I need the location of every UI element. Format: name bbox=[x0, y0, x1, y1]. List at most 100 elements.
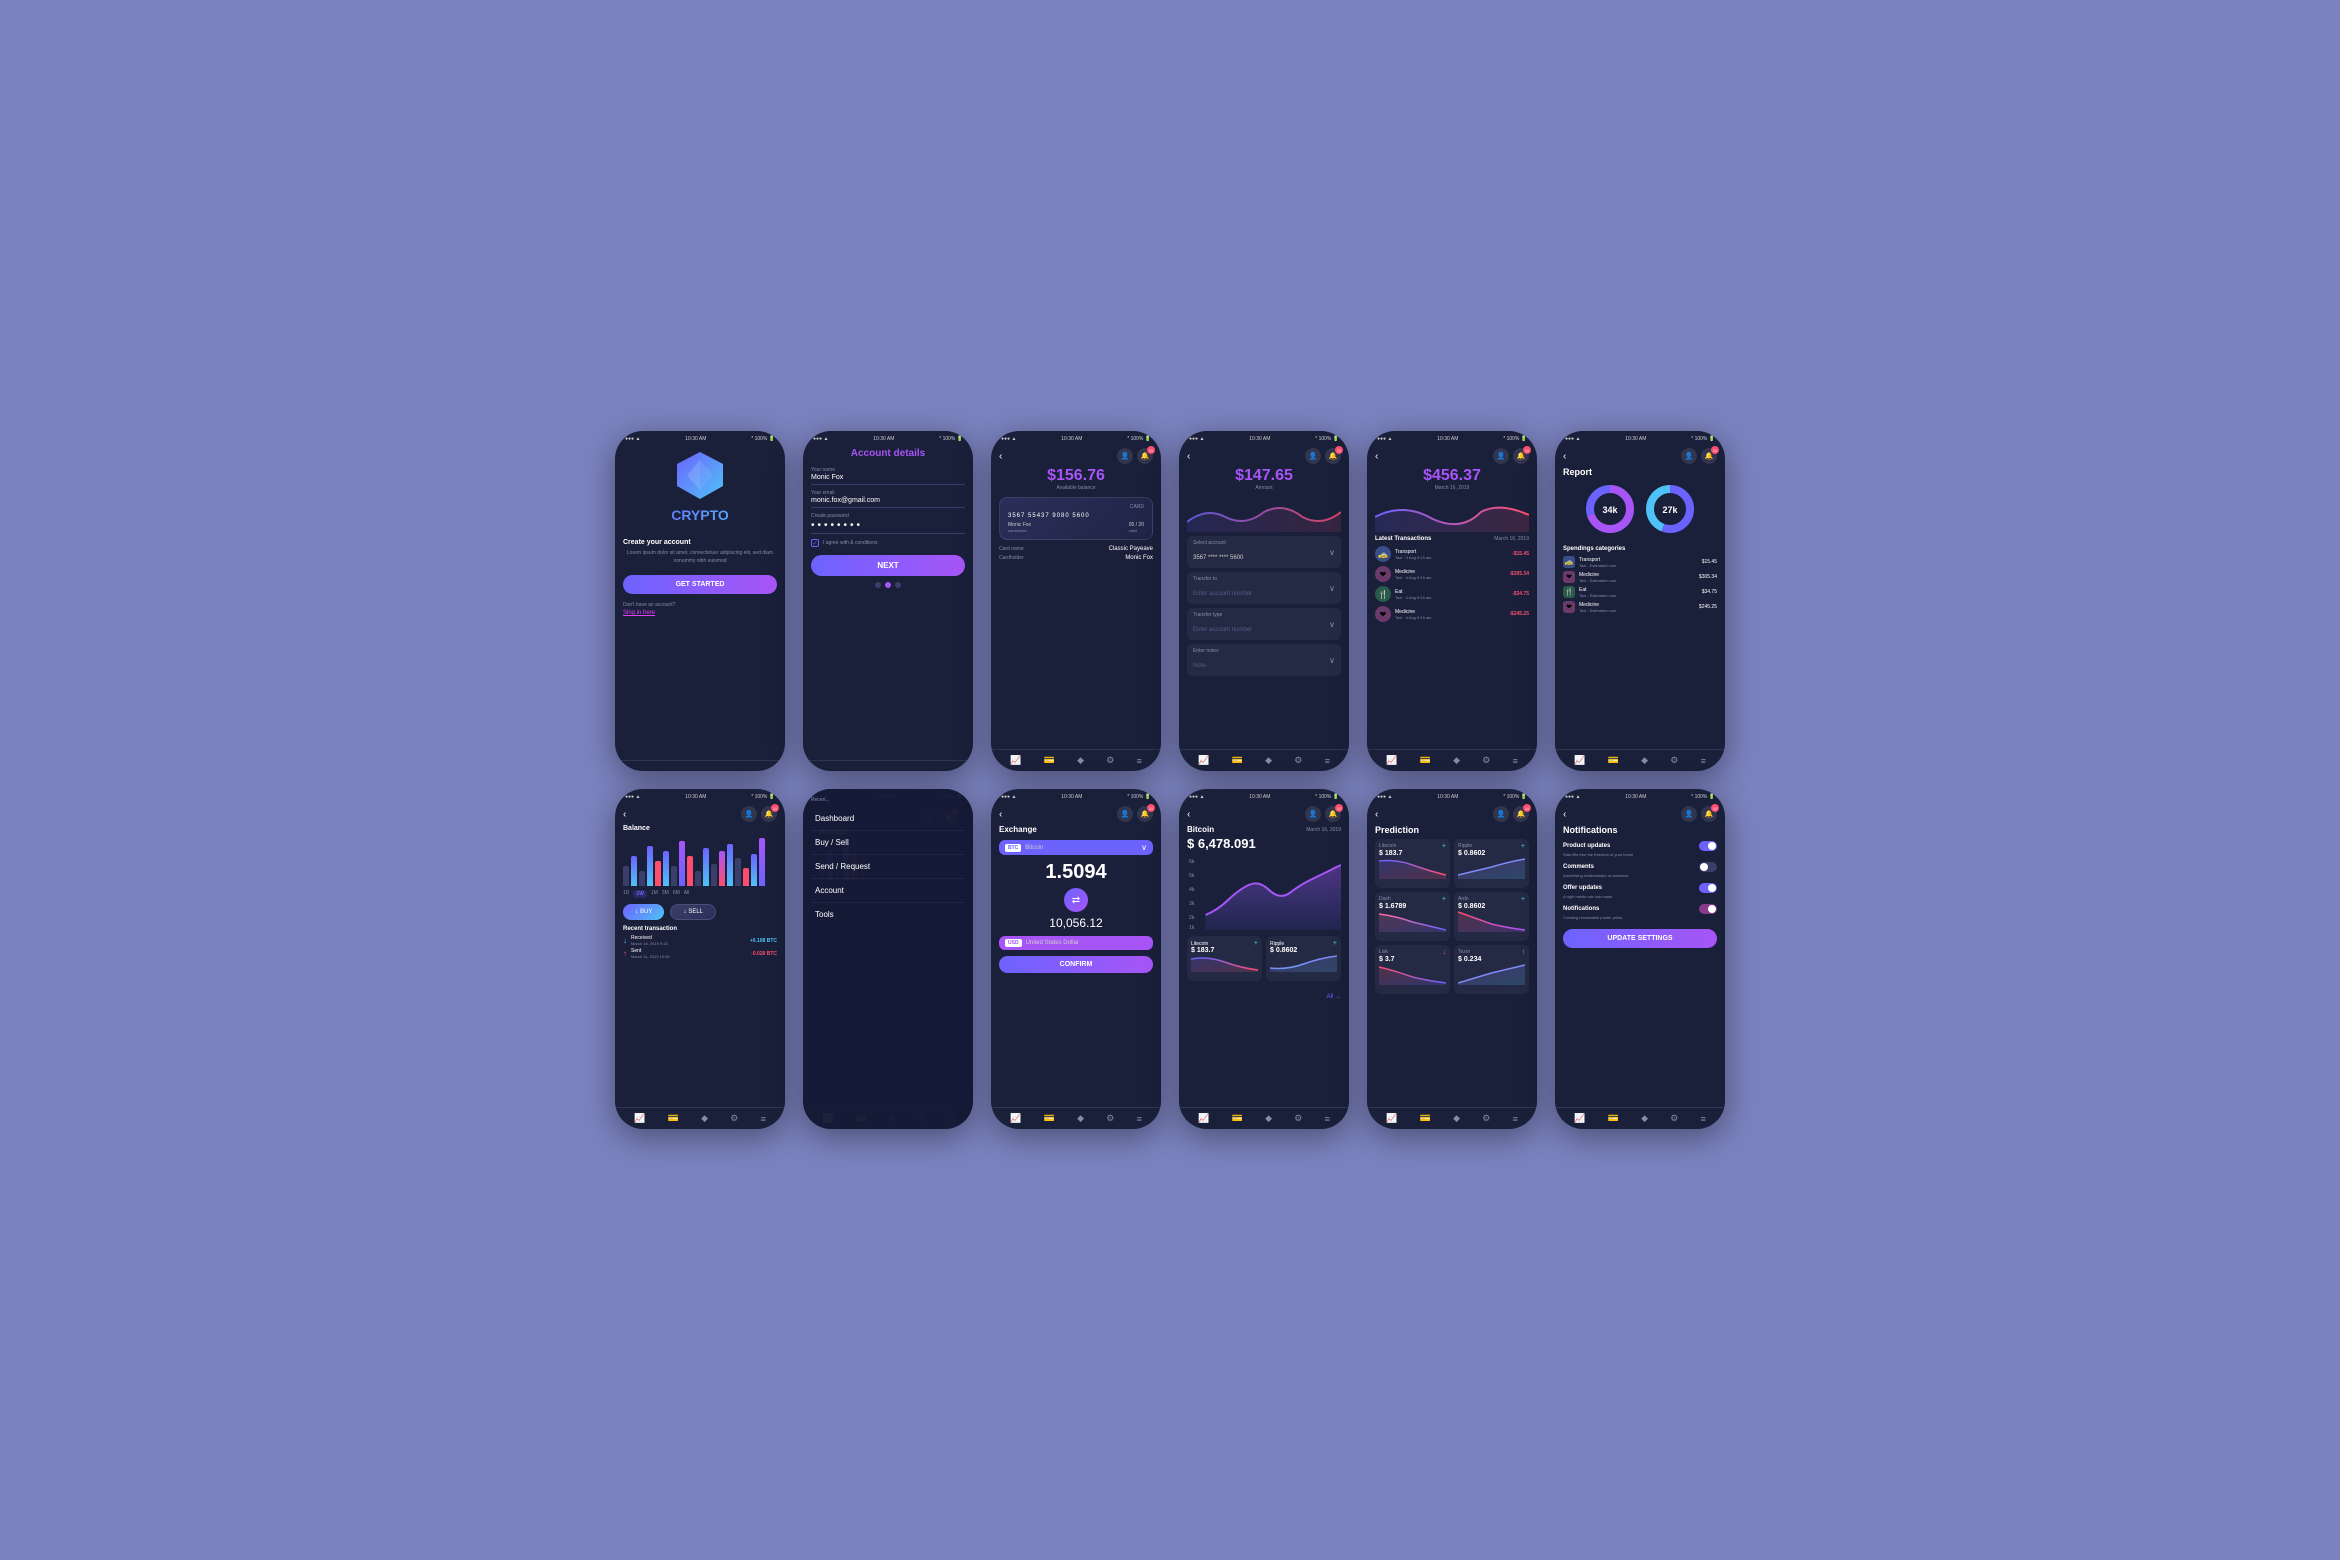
nav-menu[interactable]: ≡ bbox=[1137, 756, 1142, 766]
back-button-9[interactable]: ‹ bbox=[999, 809, 1002, 820]
nav-eth-5[interactable]: ◆ bbox=[1453, 755, 1460, 766]
pred-ripple[interactable]: Ripple + $ 0.8602 bbox=[1454, 839, 1529, 888]
back-button-3[interactable]: ‹ bbox=[999, 451, 1002, 462]
nav-settings-12[interactable]: ⚙ bbox=[1670, 1113, 1678, 1124]
nav-card-4[interactable]: 💳 bbox=[1232, 755, 1243, 766]
nav-eth-9[interactable]: ◆ bbox=[1077, 1113, 1084, 1124]
nav-settings-4[interactable]: ⚙ bbox=[1294, 755, 1302, 766]
toggle-comments[interactable] bbox=[1699, 862, 1717, 872]
pred-tezor[interactable]: Tezor ↑ $ 0.234 bbox=[1454, 945, 1529, 994]
profile-icon-4[interactable]: 👤 bbox=[1305, 448, 1321, 464]
toggle-offer-updates[interactable] bbox=[1699, 883, 1717, 893]
nav-menu-9[interactable]: ≡ bbox=[1137, 1114, 1142, 1124]
tab-3m[interactable]: 3M bbox=[662, 890, 669, 898]
confirm-button[interactable]: CONFIRM bbox=[999, 956, 1153, 973]
notification-icon-7[interactable]: 🔔 11 bbox=[761, 806, 777, 822]
menu-account[interactable]: Account bbox=[811, 879, 965, 903]
nav-chart-9[interactable]: 📈 bbox=[1010, 1113, 1021, 1124]
update-settings-button[interactable]: UPDATE SETTINGS bbox=[1563, 929, 1717, 948]
nav-eth[interactable]: ◆ bbox=[1077, 755, 1084, 766]
sell-button[interactable]: ↓ SELL bbox=[670, 904, 716, 920]
menu-send-request[interactable]: Send / Request bbox=[811, 855, 965, 879]
nav-chart-4[interactable]: 📈 bbox=[1198, 755, 1209, 766]
menu-dashboard[interactable]: Dashboard bbox=[811, 807, 965, 831]
nav-settings-5[interactable]: ⚙ bbox=[1482, 755, 1490, 766]
notification-icon-12[interactable]: 🔔 11 bbox=[1701, 806, 1717, 822]
toggle-product-updates[interactable] bbox=[1699, 841, 1717, 851]
usd-selector[interactable]: USD United States Dollar bbox=[999, 936, 1153, 950]
profile-icon-9[interactable]: 👤 bbox=[1117, 806, 1133, 822]
nav-card-12[interactable]: 💳 bbox=[1608, 1113, 1619, 1124]
back-button-4[interactable]: ‹ bbox=[1187, 451, 1190, 462]
notification-icon-5[interactable]: 🔔 11 bbox=[1513, 448, 1529, 464]
password-field[interactable]: •••••••• bbox=[811, 520, 965, 534]
tab-all[interactable]: All bbox=[684, 890, 690, 898]
nav-card-11[interactable]: 💳 bbox=[1420, 1113, 1431, 1124]
agree-checkbox[interactable]: ✓ bbox=[811, 539, 819, 547]
back-button-11[interactable]: ‹ bbox=[1375, 809, 1378, 820]
get-started-button[interactable]: GET STARTED bbox=[623, 575, 777, 594]
btc-selector[interactable]: BTC Bitcoin ∨ bbox=[999, 840, 1153, 855]
transfer-to-dropdown[interactable]: Transfer to Enter account number ∨ bbox=[1187, 572, 1341, 604]
select-account-dropdown[interactable]: Select account 3567 **** **** 5600 ∨ bbox=[1187, 536, 1341, 568]
nav-menu-7[interactable]: ≡ bbox=[761, 1114, 766, 1124]
nav-chart[interactable]: 📈 bbox=[1010, 755, 1021, 766]
nav-eth-6[interactable]: ◆ bbox=[1641, 755, 1648, 766]
notification-icon-3[interactable]: 🔔 11 bbox=[1137, 448, 1153, 464]
profile-icon-12[interactable]: 👤 bbox=[1681, 806, 1697, 822]
nav-settings-6[interactable]: ⚙ bbox=[1670, 755, 1678, 766]
toggle-notifications[interactable] bbox=[1699, 904, 1717, 914]
nav-menu-10[interactable]: ≡ bbox=[1325, 1114, 1330, 1124]
tab-1m[interactable]: 1M bbox=[651, 890, 658, 898]
notification-icon-9[interactable]: 🔔 11 bbox=[1137, 806, 1153, 822]
profile-icon-7[interactable]: 👤 bbox=[741, 806, 757, 822]
nav-menu-4[interactable]: ≡ bbox=[1325, 756, 1330, 766]
nav-eth-4[interactable]: ◆ bbox=[1265, 755, 1272, 766]
nav-eth-7[interactable]: ◆ bbox=[701, 1113, 708, 1124]
nav-chart-5[interactable]: 📈 bbox=[1386, 755, 1397, 766]
nav-card-9[interactable]: 💳 bbox=[1044, 1113, 1055, 1124]
nav-card-5[interactable]: 💳 bbox=[1420, 755, 1431, 766]
nav-menu-5[interactable]: ≡ bbox=[1513, 756, 1518, 766]
all-cryptos-button[interactable]: All → bbox=[1327, 994, 1341, 1000]
litecoin-card[interactable]: Litecoin + $ 183.7 bbox=[1187, 936, 1262, 981]
tab-6m[interactable]: 6M bbox=[673, 890, 680, 898]
nav-eth-12[interactable]: ◆ bbox=[1641, 1113, 1648, 1124]
back-button-5[interactable]: ‹ bbox=[1375, 451, 1378, 462]
nav-chart-10[interactable]: 📈 bbox=[1198, 1113, 1209, 1124]
notification-icon-4[interactable]: 🔔 11 bbox=[1325, 448, 1341, 464]
nav-settings-7[interactable]: ⚙ bbox=[730, 1113, 738, 1124]
nav-settings[interactable]: ⚙ bbox=[1106, 755, 1114, 766]
ripple-card[interactable]: Ripple + $ 0.8602 bbox=[1266, 936, 1341, 981]
nav-card-10[interactable]: 💳 bbox=[1232, 1113, 1243, 1124]
menu-buy-sell[interactable]: Buy / Sell bbox=[811, 831, 965, 855]
notification-icon-6[interactable]: 🔔 11 bbox=[1701, 448, 1717, 464]
back-button-10[interactable]: ‹ bbox=[1187, 809, 1190, 820]
nav-menu-11[interactable]: ≡ bbox=[1513, 1114, 1518, 1124]
nav-menu-12[interactable]: ≡ bbox=[1701, 1114, 1706, 1124]
profile-icon-3[interactable]: 👤 bbox=[1117, 448, 1133, 464]
swap-button[interactable]: ⇄ bbox=[1064, 888, 1088, 912]
transfer-type-dropdown[interactable]: Transfer type Enter account number ∨ bbox=[1187, 608, 1341, 640]
menu-tools[interactable]: Tools bbox=[811, 903, 965, 926]
pred-litecoin[interactable]: Litecoin + $ 183.7 bbox=[1375, 839, 1450, 888]
buy-button[interactable]: ↓ BUY bbox=[623, 904, 664, 920]
notes-dropdown[interactable]: Enter notes Note ∨ bbox=[1187, 644, 1341, 676]
profile-icon-5[interactable]: 👤 bbox=[1493, 448, 1509, 464]
profile-icon-11[interactable]: 👤 bbox=[1493, 806, 1509, 822]
nav-chart-7[interactable]: 📈 bbox=[634, 1113, 645, 1124]
next-button[interactable]: NEXT bbox=[811, 555, 965, 576]
pred-ardo[interactable]: Ardo + $ 0.8602 bbox=[1454, 892, 1529, 941]
profile-icon-10[interactable]: 👤 bbox=[1305, 806, 1321, 822]
profile-icon-6[interactable]: 👤 bbox=[1681, 448, 1697, 464]
nav-eth-11[interactable]: ◆ bbox=[1453, 1113, 1460, 1124]
back-button-12[interactable]: ‹ bbox=[1563, 809, 1566, 820]
nav-settings-10[interactable]: ⚙ bbox=[1294, 1113, 1302, 1124]
nav-settings-11[interactable]: ⚙ bbox=[1482, 1113, 1490, 1124]
tab-1d[interactable]: 1D bbox=[623, 890, 629, 898]
nav-card-7[interactable]: 💳 bbox=[668, 1113, 679, 1124]
nav-card[interactable]: 💳 bbox=[1044, 755, 1055, 766]
nav-eth-10[interactable]: ◆ bbox=[1265, 1113, 1272, 1124]
exchange-swap-icon[interactable]: ⇄ bbox=[999, 888, 1153, 912]
nav-chart-11[interactable]: 📈 bbox=[1386, 1113, 1397, 1124]
